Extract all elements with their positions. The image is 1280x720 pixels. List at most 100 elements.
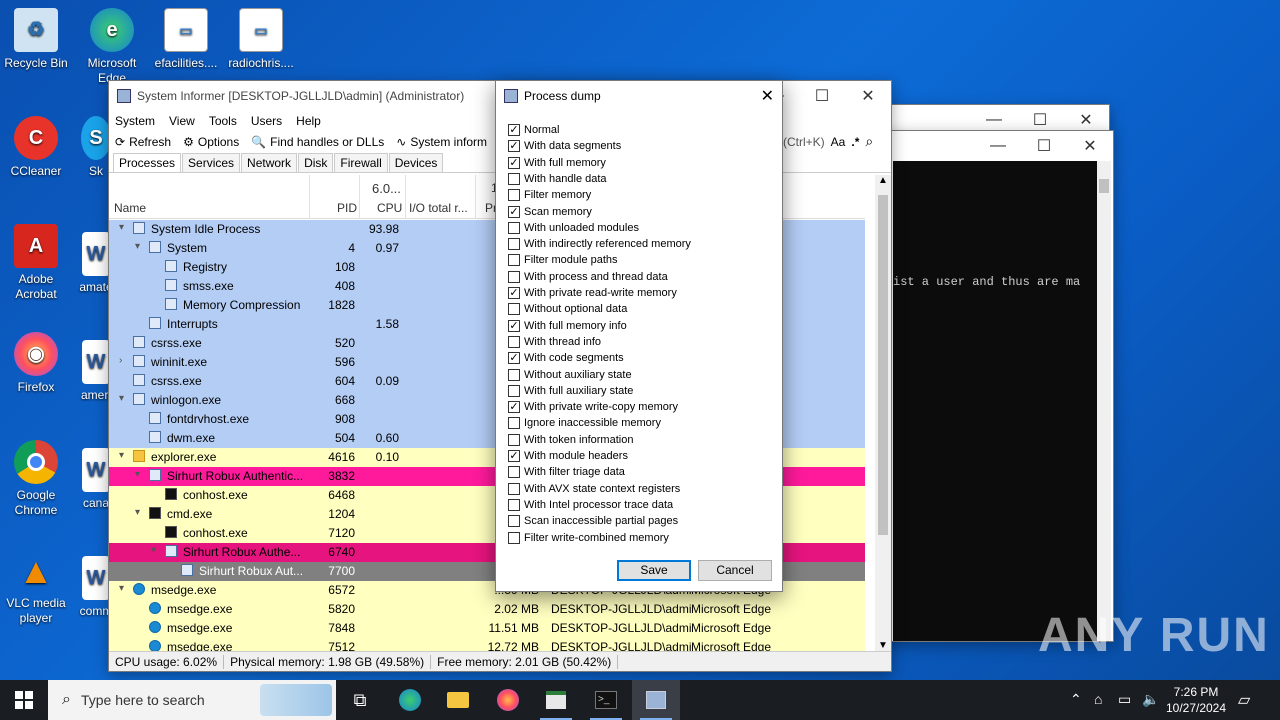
- regex-toggle[interactable]: .*: [851, 135, 859, 149]
- unchecked-box-icon[interactable]: [508, 172, 520, 185]
- checked-box-icon[interactable]: ✓: [508, 401, 520, 414]
- unchecked-box-icon[interactable]: [508, 515, 520, 528]
- dump-option-checkbox[interactable]: With token information: [508, 432, 633, 448]
- dump-option-checkbox[interactable]: ✓ Normal: [508, 122, 559, 138]
- checked-box-icon[interactable]: ✓: [508, 450, 520, 462]
- taskbar-edge[interactable]: [386, 680, 434, 720]
- expander-icon[interactable]: ▾: [135, 469, 140, 480]
- expander-icon[interactable]: ▾: [135, 507, 140, 518]
- dump-option-checkbox[interactable]: ✓ With full memory: [508, 155, 606, 171]
- menu-system[interactable]: System: [115, 114, 155, 128]
- taskbar-file-explorer[interactable]: [434, 680, 482, 720]
- dump-option-checkbox[interactable]: With unloaded modules: [508, 220, 639, 236]
- unchecked-box-icon[interactable]: [508, 221, 520, 234]
- scroll-down-icon[interactable]: ▼: [875, 640, 891, 651]
- menu-users[interactable]: Users: [251, 114, 282, 128]
- expander-icon[interactable]: ›: [119, 355, 122, 366]
- dump-option-checkbox[interactable]: ✓ Scan memory: [508, 204, 592, 220]
- dump-option-checkbox[interactable]: ✓ With module headers: [508, 448, 628, 464]
- unchecked-box-icon[interactable]: [508, 189, 520, 202]
- unchecked-box-icon[interactable]: [508, 433, 520, 446]
- unchecked-box-icon[interactable]: [508, 335, 520, 348]
- unchecked-box-icon[interactable]: [508, 368, 520, 381]
- unchecked-box-icon[interactable]: [508, 270, 520, 283]
- checked-box-icon[interactable]: ✓: [508, 319, 520, 332]
- console-window[interactable]: — ☐ ✕ ist a user and thus are ma: [880, 130, 1114, 642]
- process-dump-dialog[interactable]: Process dump ✕ ✓ Normal ✓ With data segment…: [495, 80, 783, 592]
- save-button[interactable]: Save: [617, 560, 691, 581]
- notification-icon[interactable]: ▱: [1238, 690, 1250, 710]
- table-row[interactable]: msedge.exe 5820 2.02 MB DESKTOP-JGLLJLD\adm…: [109, 600, 865, 619]
- tab-processes[interactable]: Processes: [113, 153, 182, 172]
- desktop-icon-radiochris[interactable]: ▭ radiochris....: [225, 8, 297, 71]
- maximize-icon[interactable]: ☐: [799, 81, 845, 111]
- desktop-icon-firefox[interactable]: ◉ Firefox: [0, 332, 72, 395]
- close-icon[interactable]: ✕: [845, 81, 891, 111]
- minimize-icon[interactable]: —: [975, 131, 1021, 161]
- close-icon[interactable]: ✕: [1067, 131, 1113, 161]
- column-name[interactable]: Name: [114, 201, 146, 215]
- maximize-icon[interactable]: ☐: [1021, 131, 1067, 161]
- unchecked-box-icon[interactable]: [508, 466, 520, 479]
- dump-option-checkbox[interactable]: Filter write-combined memory: [508, 530, 669, 546]
- taskbar-search[interactable]: ⌕ Type here to search: [48, 680, 336, 720]
- dump-option-checkbox[interactable]: With process and thread data: [508, 269, 668, 285]
- ethernet-icon[interactable]: ▭: [1118, 691, 1131, 708]
- desktop-icon-efacilities[interactable]: ▭ efacilities....: [150, 8, 222, 71]
- unchecked-box-icon[interactable]: [508, 417, 520, 430]
- dump-option-checkbox[interactable]: Scan inaccessible partial pages: [508, 513, 678, 529]
- dump-option-checkbox[interactable]: ✓ With private read-write memory: [508, 285, 677, 301]
- cancel-button[interactable]: Cancel: [698, 560, 772, 581]
- tab-disk[interactable]: Disk: [298, 153, 334, 172]
- checked-box-icon[interactable]: ✓: [508, 124, 520, 136]
- options-button[interactable]: ⚙ Options: [183, 135, 239, 149]
- column-pid[interactable]: PID: [337, 201, 357, 215]
- desktop-icon-ccleaner[interactable]: C CCleaner: [0, 116, 72, 179]
- column-cpu[interactable]: CPU: [377, 201, 402, 215]
- dump-option-checkbox[interactable]: With handle data: [508, 171, 607, 187]
- expander-icon[interactable]: ▾: [119, 222, 124, 233]
- expander-icon[interactable]: ▾: [119, 393, 124, 404]
- desktop-icon-recycle-bin[interactable]: ♻ Recycle Bin: [0, 8, 72, 71]
- dump-option-checkbox[interactable]: With filter triage data: [508, 464, 625, 480]
- expander-icon[interactable]: ▾: [135, 241, 140, 252]
- console-scrollbar[interactable]: [1097, 161, 1111, 641]
- tab-services[interactable]: Services: [182, 153, 241, 172]
- table-row[interactable]: msedge.exe 7848 11.51 MB DESKTOP-JGLLJLD\ad…: [109, 619, 865, 638]
- scroll-thumb[interactable]: [1099, 179, 1109, 193]
- menu-view[interactable]: View: [169, 114, 195, 128]
- find-handles-button[interactable]: 🔍 Find handles or DLLs: [251, 135, 384, 149]
- dialog-titlebar[interactable]: Process dump ✕: [496, 81, 782, 111]
- unchecked-box-icon[interactable]: [508, 531, 520, 544]
- refresh-button[interactable]: ⟳ Refresh: [115, 135, 171, 149]
- taskbar-firefox[interactable]: [484, 680, 532, 720]
- column-io[interactable]: I/O total r...: [409, 201, 468, 215]
- dump-option-checkbox[interactable]: With indirectly referenced memory: [508, 236, 691, 252]
- checked-box-icon[interactable]: ✓: [508, 352, 520, 365]
- checked-box-icon[interactable]: ✓: [508, 205, 520, 218]
- close-icon[interactable]: ✕: [761, 86, 774, 106]
- clock[interactable]: 7:26 PM 10/27/2024: [1164, 684, 1228, 716]
- dump-option-checkbox[interactable]: ✓ With private write-copy memory: [508, 399, 678, 415]
- dump-option-checkbox[interactable]: With thread info: [508, 334, 601, 350]
- tab-firewall[interactable]: Firewall: [334, 153, 388, 172]
- match-case-toggle[interactable]: Aa: [831, 135, 846, 149]
- checked-box-icon[interactable]: ✓: [508, 140, 520, 153]
- dump-option-checkbox[interactable]: With AVX state context registers: [508, 481, 680, 497]
- vertical-scrollbar[interactable]: ▲ ▼: [875, 175, 891, 651]
- task-view-button[interactable]: ⧉: [336, 680, 384, 720]
- dump-option-checkbox[interactable]: Ignore inaccessible memory: [508, 415, 661, 431]
- unchecked-box-icon[interactable]: [508, 482, 520, 495]
- dump-option-checkbox[interactable]: Filter memory: [508, 187, 591, 203]
- volume-icon[interactable]: 🔈: [1142, 691, 1159, 708]
- network-status-icon[interactable]: ⌂: [1094, 691, 1102, 707]
- menu-tools[interactable]: Tools: [209, 114, 237, 128]
- taskbar-system-informer[interactable]: [632, 680, 680, 720]
- unchecked-box-icon[interactable]: [508, 254, 520, 267]
- dump-option-checkbox[interactable]: With full auxiliary state: [508, 383, 633, 399]
- dump-option-checkbox[interactable]: Without auxiliary state: [508, 367, 632, 383]
- system-info-button[interactable]: ∿ System inform: [396, 135, 487, 149]
- search-icon[interactable]: ⌕: [865, 133, 873, 150]
- desktop-icon-chrome[interactable]: Google Chrome: [0, 440, 72, 518]
- taskbar-cmd[interactable]: >_: [582, 680, 630, 720]
